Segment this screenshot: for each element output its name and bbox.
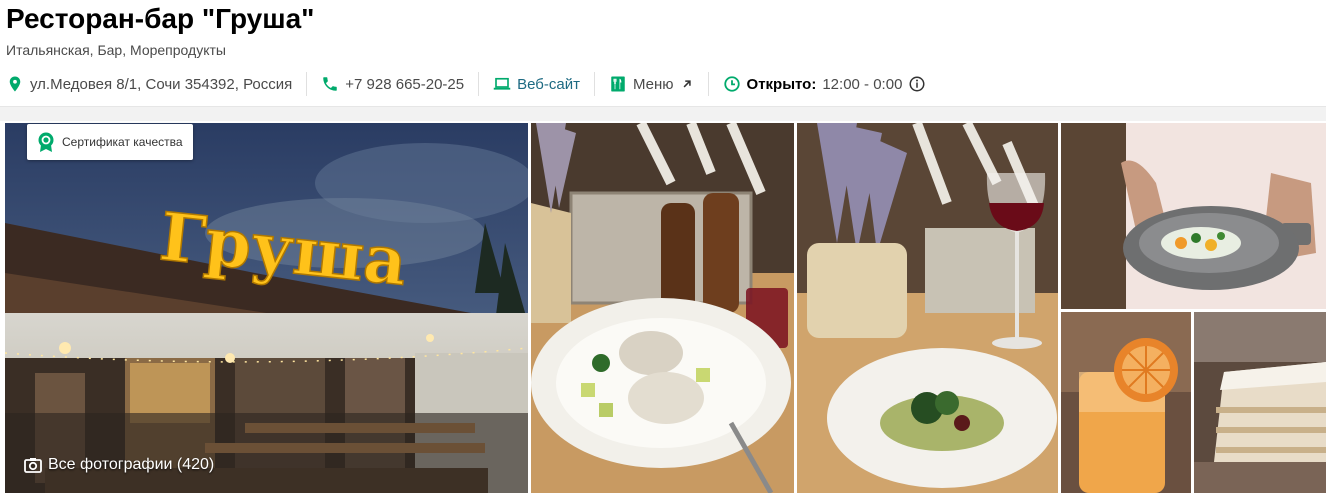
address-link[interactable]: ул.Медовея 8/1, Сочи 354392, Россия (6, 70, 306, 98)
hours-info[interactable]: Открыто: 12:00 - 0:00 (709, 70, 941, 98)
phone-icon (323, 77, 338, 91)
award-badge-icon (38, 132, 54, 152)
menu-text: Меню (632, 75, 674, 93)
all-photos-label: Все фотографии (420) (48, 456, 215, 473)
camera-icon (24, 458, 42, 473)
phone-link[interactable]: +7 928 665-20-25 (307, 70, 478, 98)
photo-chef-plate[interactable] (1061, 123, 1326, 309)
photo-dish-fish[interactable] (531, 123, 794, 493)
menu-link[interactable]: Меню (595, 70, 708, 98)
website-text: Веб-сайт (517, 75, 580, 93)
photo-orange-drink[interactable] (1061, 312, 1191, 493)
photo-layer-cake[interactable] (1194, 312, 1326, 493)
website-link[interactable]: Веб-сайт (479, 70, 594, 98)
address-text: ул.Медовея 8/1, Сочи 354392, Россия (30, 75, 293, 93)
map-pin-icon (9, 76, 21, 92)
open-status: Открыто: (746, 75, 817, 93)
all-photos-button[interactable]: Все фотографии (420) (24, 456, 214, 474)
main-photo-exterior[interactable]: Груша (5, 123, 528, 493)
cuisine-list: Итальянская, Бар, Морепродукты (6, 42, 226, 58)
opening-hours: 12:00 - 0:00 (822, 75, 903, 93)
clock-icon (723, 76, 740, 92)
certificate-label: Сертификат качества (62, 135, 183, 149)
info-circle-icon[interactable] (908, 75, 926, 93)
laptop-icon (493, 77, 511, 90)
page-title: Ресторан-бар "Груша" (6, 3, 315, 34)
photo-dish-wine[interactable] (797, 123, 1058, 493)
arrow-up-right-icon (683, 80, 691, 88)
menu-book-icon (611, 76, 625, 92)
info-bar: ул.Медовея 8/1, Сочи 354392, Россия +7 9… (6, 70, 940, 98)
gallery-top-divider (0, 106, 1326, 121)
quality-certificate-badge[interactable]: Сертификат качества (27, 124, 193, 160)
phone-text: +7 928 665-20-25 (345, 75, 465, 93)
